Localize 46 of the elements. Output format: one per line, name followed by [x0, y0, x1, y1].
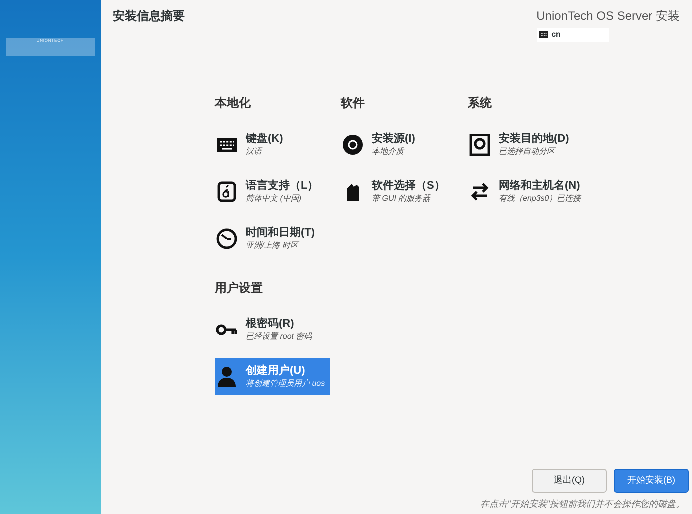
disc-icon	[342, 134, 364, 156]
spoke-status: 亚洲/上海 时区	[246, 240, 300, 251]
spoke-title: 语言支持（L）	[246, 179, 319, 193]
section-heading: 用户设置	[215, 280, 264, 297]
spoke-status: 带 GUI 的服务器	[372, 193, 432, 204]
spoke-title: 网络和主机名(N)	[499, 179, 582, 193]
spoke-status: 简体中文 (中国)	[246, 193, 303, 204]
spoke-title: 软件选择（S）	[372, 179, 446, 193]
summary-spoke[interactable]: 软件选择（S） 带 GUI 的服务器	[341, 173, 456, 210]
quit-button[interactable]: 退出(Q)	[532, 468, 607, 492]
summary-spoke[interactable]: 键盘(K) 汉语	[215, 126, 330, 163]
summary-spoke[interactable]: 安装目的地(D) 已选择自动分区	[468, 126, 583, 163]
user-icon	[216, 366, 238, 388]
section-heading: 本地化	[215, 95, 252, 112]
spoke-title: 根密码(R)	[246, 317, 296, 331]
spoke-status: 汉语	[246, 146, 264, 157]
section-heading: 软件	[341, 95, 366, 112]
spoke-status: 已经设置 root 密码	[246, 331, 312, 342]
summary-spoke[interactable]: 语言支持（L） 简体中文 (中国)	[215, 173, 330, 210]
spoke-title: 创建用户(U)	[246, 364, 306, 378]
spoke-title: 安装源(I)	[372, 132, 416, 146]
spoke-title: 时间和日期(T)	[246, 226, 316, 240]
key-icon	[216, 324, 238, 336]
page-title: 安装信息摘要	[113, 8, 185, 25]
keyboard-icon	[216, 136, 238, 154]
spoke-status: 已选择自动分区	[499, 146, 557, 157]
keyboard-layout-indicator[interactable]: cn	[536, 28, 609, 42]
spoke-status: 有线（enp3s0）已连接	[499, 193, 582, 204]
keyboard-icon	[538, 31, 549, 39]
spoke-status: 将创建管理员用户 uos	[246, 378, 326, 389]
section-heading: 系统	[468, 95, 493, 112]
language-icon	[216, 180, 238, 202]
clock-icon	[216, 228, 238, 250]
footnote-text: 在点击"开始安装"按钮前我们并不会操作您的磁盘。	[480, 498, 686, 510]
summary-spoke[interactable]: 根密码(R) 已经设置 root 密码	[215, 311, 330, 348]
keyboard-layout-text: cn	[552, 29, 561, 41]
summary-spoke[interactable]: 创建用户(U) 将创建管理员用户 uos	[215, 358, 330, 395]
begin-install-button[interactable]: 开始安装(B)	[614, 468, 689, 492]
spoke-title: 安装目的地(D)	[499, 132, 570, 146]
summary-spoke[interactable]: 安装源(I) 本地介质	[341, 126, 456, 163]
spoke-status: 本地介质	[372, 146, 406, 157]
network-arrows-icon	[469, 180, 491, 202]
product-title: UnionTech OS Server 安装	[536, 8, 680, 25]
spoke-title: 键盘(K)	[246, 132, 284, 146]
summary-spoke[interactable]: 网络和主机名(N) 有线（enp3s0）已连接	[468, 173, 583, 210]
summary-spoke[interactable]: 时间和日期(T) 亚洲/上海 时区	[215, 220, 330, 257]
